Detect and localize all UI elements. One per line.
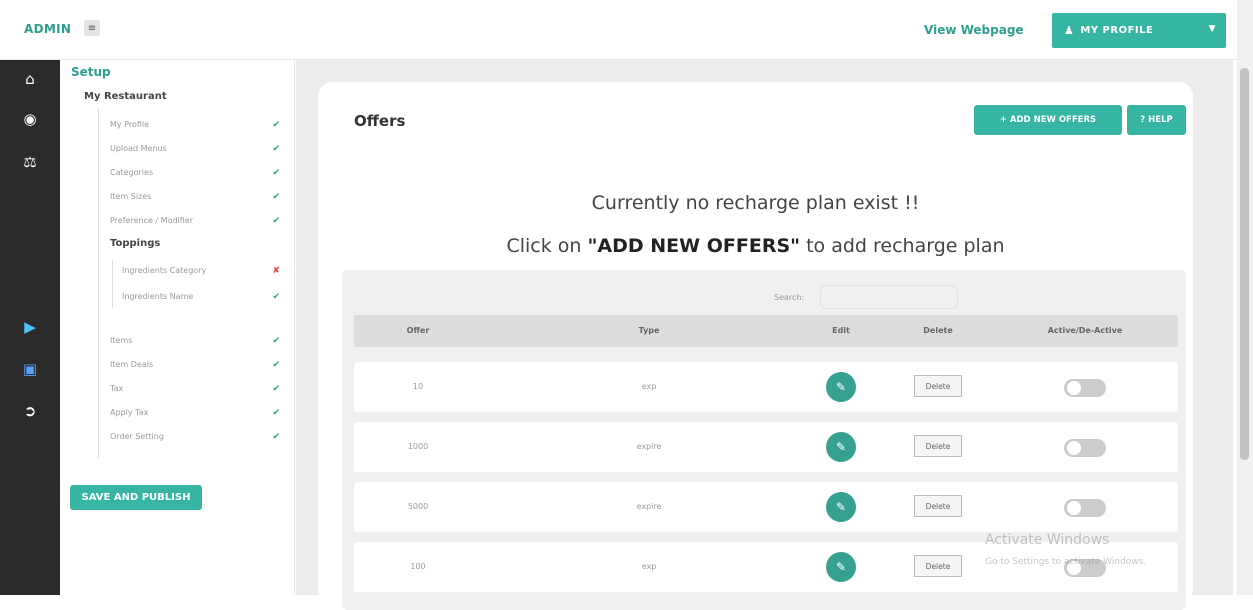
delete-button[interactable]: Delete (914, 375, 962, 397)
instruction-emphasis: "ADD NEW OFFERS" (587, 235, 801, 257)
setup-menu: Setup My Restaurant My Profile ✔ Upload … (60, 60, 295, 595)
table-row: 1000 expire ✎ Delete (354, 422, 1178, 472)
menu-item-items[interactable]: Items ✔ (110, 336, 280, 346)
my-restaurant-label[interactable]: My Restaurant (84, 91, 167, 102)
table-header: Offer Type Edit Delete Active/De-Active (354, 315, 1178, 347)
offer-type: expire (636, 502, 662, 511)
menu-item-ingredients-category[interactable]: Ingredients Category ✘ (122, 266, 280, 276)
my-profile-button[interactable]: ♟ MY PROFILE ▼ (1052, 13, 1226, 48)
user-icon: ♟ (1064, 24, 1075, 37)
check-icon: ✔ (272, 192, 280, 202)
check-icon: ✔ (272, 168, 280, 178)
check-icon: ✔ (272, 360, 280, 370)
table-row: 5000 expire ✎ Delete (354, 482, 1178, 532)
menu-item-item-sizes[interactable]: Item Sizes ✔ (110, 192, 280, 202)
icon-sidebar: ⌂ ◉ ⚖ ▶ ▣ ➲ (0, 60, 60, 595)
column-header-edit[interactable]: Edit (832, 326, 850, 335)
check-icon: ✔ (272, 120, 280, 130)
active-toggle[interactable] (1064, 439, 1106, 457)
check-icon: ✔ (272, 432, 280, 442)
menu-item-tax[interactable]: Tax ✔ (110, 384, 280, 394)
menu-tree-line (98, 108, 99, 458)
column-header-active[interactable]: Active/De-Active (1048, 326, 1123, 335)
offers-card: Offers + ADD NEW OFFERS ? HELP Currently… (318, 82, 1193, 610)
active-toggle[interactable] (1064, 379, 1106, 397)
home-icon[interactable]: ⌂ (0, 70, 60, 88)
offer-value: 100 (410, 562, 426, 571)
menu-item-preference-modifier[interactable]: Preference / Modifier ✔ (110, 216, 280, 226)
app-store-icon[interactable]: ▣ (0, 360, 60, 378)
check-icon: ✔ (272, 144, 280, 154)
setup-title[interactable]: Setup (71, 65, 111, 79)
menu-item-apply-tax[interactable]: Apply Tax ✔ (110, 408, 280, 418)
menu-subtree-line (112, 260, 113, 308)
menu-item-item-deals[interactable]: Item Deals ✔ (110, 360, 280, 370)
offer-value: 5000 (407, 502, 429, 511)
play-store-icon[interactable]: ▶ (0, 318, 60, 336)
page-title: Offers (354, 112, 406, 130)
table-row: 100 exp ✎ Delete (354, 542, 1178, 592)
hamburger-icon[interactable]: ≡ (84, 20, 100, 36)
offer-type: exp (641, 382, 657, 391)
pencil-icon[interactable]: ✎ (826, 432, 856, 462)
activate-windows-subtitle: Go to Settings to activate Windows. (985, 557, 1147, 567)
my-profile-label: MY PROFILE (1080, 25, 1154, 36)
pencil-icon[interactable]: ✎ (826, 552, 856, 582)
add-new-offers-button[interactable]: + ADD NEW OFFERS (974, 105, 1122, 135)
logout-icon[interactable]: ➲ (0, 402, 60, 420)
help-button[interactable]: ? HELP (1127, 105, 1186, 135)
check-icon: ✔ (272, 408, 280, 418)
check-icon: ✔ (272, 336, 280, 346)
menu-item-my-profile[interactable]: My Profile ✔ (110, 120, 280, 130)
toppings-label[interactable]: Toppings (110, 238, 160, 249)
column-header-delete[interactable]: Delete (923, 326, 952, 335)
search-input[interactable] (820, 285, 958, 309)
chevron-down-icon: ▼ (1208, 24, 1216, 34)
content-area: Offers + ADD NEW OFFERS ? HELP Currently… (296, 60, 1233, 610)
table-row: 10 exp ✎ Delete (354, 362, 1178, 412)
column-header-offer[interactable]: Offer (407, 326, 430, 335)
offer-type: exp (641, 562, 657, 571)
check-icon: ✔ (272, 384, 280, 394)
offer-type: expire (636, 442, 662, 451)
column-header-type[interactable]: Type (639, 326, 660, 335)
active-toggle[interactable] (1064, 499, 1106, 517)
cube-icon[interactable]: ◉ (0, 110, 60, 128)
activate-windows-title: Activate Windows (985, 532, 1110, 548)
pencil-icon[interactable]: ✎ (826, 492, 856, 522)
menu-item-order-setting[interactable]: Order Setting ✔ (110, 432, 280, 442)
view-webpage-link[interactable]: View Webpage (924, 23, 1024, 37)
offer-value: 10 (412, 382, 424, 391)
empty-message: Currently no recharge plan exist !! (591, 192, 920, 214)
save-and-publish-button[interactable]: SAVE AND PUBLISH (70, 485, 202, 510)
pencil-icon[interactable]: ✎ (826, 372, 856, 402)
delete-button[interactable]: Delete (914, 435, 962, 457)
cross-icon: ✘ (272, 266, 280, 276)
brand-label: ADMIN (24, 22, 72, 36)
check-icon: ✔ (272, 216, 280, 226)
menu-item-upload-menus[interactable]: Upload Menus ✔ (110, 144, 280, 154)
menu-item-ingredients-name[interactable]: Ingredients Name ✔ (122, 292, 280, 302)
top-bar: ADMIN ≡ View Webpage ♟ MY PROFILE ▼ (0, 0, 1253, 60)
instruction-message: Click on "ADD NEW OFFERS" to add recharg… (506, 235, 1005, 257)
restaurant-icon[interactable]: ⚖ (0, 153, 60, 171)
delete-button[interactable]: Delete (914, 555, 962, 577)
offer-value: 1000 (407, 442, 429, 451)
menu-item-categories[interactable]: Categories ✔ (110, 168, 280, 178)
search-label: Search: (774, 293, 805, 302)
check-icon: ✔ (272, 292, 280, 302)
delete-button[interactable]: Delete (914, 495, 962, 517)
scrollbar-thumb[interactable] (1240, 68, 1249, 460)
